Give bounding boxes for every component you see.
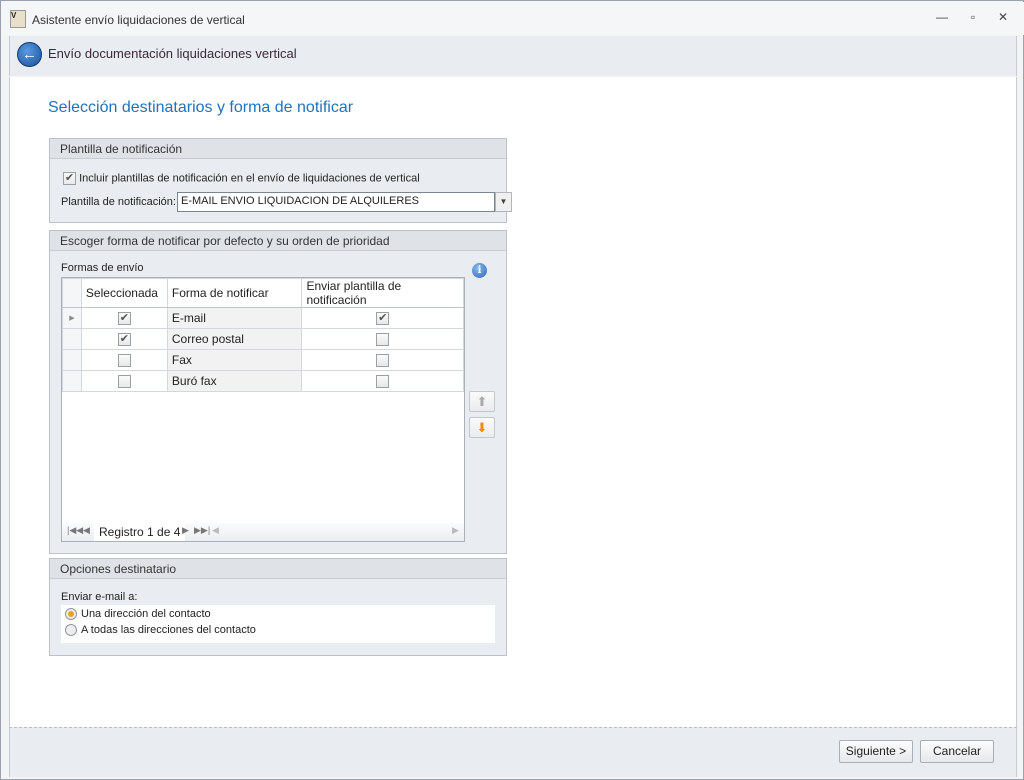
title-bar: V Asistente envío liquidaciones de verti…: [2, 2, 1024, 35]
close-button[interactable]: ✕: [993, 10, 1013, 28]
checkbox-icon[interactable]: [376, 354, 390, 368]
radio-icon[interactable]: [65, 624, 77, 637]
row-indicator: [62, 370, 82, 392]
formas-table: Seleccionada Forma de notificar Enviar p…: [62, 278, 464, 392]
table-row[interactable]: Buró fax: [62, 370, 464, 392]
group-title: Opciones destinatario: [50, 559, 506, 579]
radio-option[interactable]: Una dirección del contacto: [65, 608, 491, 624]
forma-cell[interactable]: Correo postal: [166, 328, 303, 350]
recipient-radio-group: Una dirección del contacto A todas las d…: [61, 605, 495, 643]
include-templates-checkbox[interactable]: ✔ Incluir plantillas de notificación en …: [63, 172, 420, 185]
checkbox-icon[interactable]: [376, 375, 390, 389]
row-indicator: [62, 328, 82, 350]
info-icon[interactable]: i: [472, 263, 487, 278]
radio-option[interactable]: A todas las direcciones del contacto: [65, 624, 491, 640]
last-record-icon[interactable]: ▶▶|: [194, 525, 210, 536]
page-title: Selección destinatarios y forma de notif…: [48, 99, 354, 116]
selected-cell[interactable]: ✔: [80, 328, 168, 350]
send-template-cell[interactable]: ✔: [301, 307, 464, 329]
chevron-down-icon[interactable]: ▼: [495, 192, 512, 212]
checkbox-icon[interactable]: [117, 375, 131, 389]
selected-cell[interactable]: [80, 349, 168, 371]
send-template-cell[interactable]: [301, 328, 464, 350]
next-record-icon[interactable]: ▶: [182, 525, 189, 536]
minimize-button[interactable]: —: [932, 10, 952, 28]
indicator-header: [62, 278, 82, 308]
column-header[interactable]: Enviar plantilla de notificación: [301, 278, 464, 308]
destinatario-group: Opciones destinatario Enviar e-mail a: U…: [49, 558, 507, 656]
forma-cell[interactable]: E-mail: [166, 307, 303, 329]
window-title: Asistente envío liquidaciones de vertica…: [32, 13, 245, 27]
row-indicator: ▶: [62, 307, 82, 329]
checkbox-icon[interactable]: [117, 354, 131, 368]
wizard-window: V Asistente envío liquidaciones de verti…: [0, 0, 1024, 780]
include-templates-label: Incluir plantillas de notificación en el…: [79, 172, 420, 185]
next-button[interactable]: Siguiente >: [839, 740, 913, 763]
template-select[interactable]: E-MAIL ENVIO LIQUIDACION DE ALQUILERES: [177, 192, 495, 212]
radio-label: Una dirección del contacto: [81, 608, 211, 620]
prev-record-icon[interactable]: ◀: [83, 525, 90, 536]
scroll-right-icon[interactable]: ▶: [452, 525, 459, 536]
wizard-footer: Siguiente > Cancelar: [9, 727, 1017, 777]
move-down-button[interactable]: ⬇: [469, 417, 495, 438]
send-email-label: Enviar e-mail a:: [61, 591, 138, 603]
group-title: Escoger forma de notificar por defecto y…: [50, 231, 506, 251]
move-up-button[interactable]: ⬆: [469, 391, 495, 412]
app-icon: V: [10, 10, 26, 28]
column-header[interactable]: Forma de notificar: [166, 278, 303, 308]
plantilla-group: Plantilla de notificación ✔ Incluir plan…: [49, 138, 512, 223]
formas-group: Escoger forma de notificar por defecto y…: [49, 230, 507, 554]
back-arrow-icon[interactable]: ←: [17, 42, 42, 67]
checkbox-icon[interactable]: [376, 333, 390, 347]
restore-button[interactable]: ▫: [963, 10, 983, 28]
formas-grid: Seleccionada Forma de notificar Enviar p…: [61, 277, 465, 542]
row-indicator: [62, 349, 82, 371]
first-record-icon[interactable]: |◀◀: [67, 525, 83, 536]
radio-label: A todas las direcciones del contacto: [81, 624, 256, 636]
table-row[interactable]: ✔ Correo postal: [62, 328, 464, 350]
scroll-left-icon[interactable]: ◀: [212, 525, 219, 536]
checkbox-icon[interactable]: ✔: [117, 333, 131, 347]
forma-cell[interactable]: Buró fax: [166, 370, 303, 392]
radio-icon[interactable]: [65, 608, 77, 621]
wizard-header: ← Envío documentación liquidaciones vert…: [9, 36, 1017, 76]
table-row[interactable]: Fax: [62, 349, 464, 371]
arrow-down-icon: ⬇: [476, 420, 488, 435]
checkbox-icon[interactable]: ✔: [117, 312, 131, 326]
selected-cell[interactable]: [80, 370, 168, 392]
checkbox-icon[interactable]: ✔: [376, 312, 390, 326]
header-title: Envío documentación liquidaciones vertic…: [48, 46, 297, 61]
group-title: Plantilla de notificación: [50, 139, 506, 159]
arrow-up-icon: ⬆: [476, 394, 488, 409]
forma-cell[interactable]: Fax: [166, 349, 303, 371]
send-template-cell[interactable]: [301, 370, 464, 392]
selected-cell[interactable]: ✔: [80, 307, 168, 329]
record-counter: Registro 1 de 4: [94, 523, 186, 541]
column-header[interactable]: Seleccionada: [80, 278, 168, 308]
cancel-button[interactable]: Cancelar: [920, 740, 994, 763]
grid-navigator: |◀◀ ◀ Registro 1 de 4 ▶ ▶▶| ◀ ▶: [62, 523, 464, 541]
grid-label: Formas de envío: [61, 262, 144, 274]
content-area: Selección destinatarios y forma de notif…: [9, 77, 1017, 727]
checkbox-icon[interactable]: ✔: [63, 172, 76, 185]
header-row: Seleccionada Forma de notificar Enviar p…: [62, 278, 464, 308]
template-label: Plantilla de notificación:: [61, 196, 176, 208]
table-row[interactable]: ▶ ✔ E-mail ✔: [62, 307, 464, 329]
send-template-cell[interactable]: [301, 349, 464, 371]
